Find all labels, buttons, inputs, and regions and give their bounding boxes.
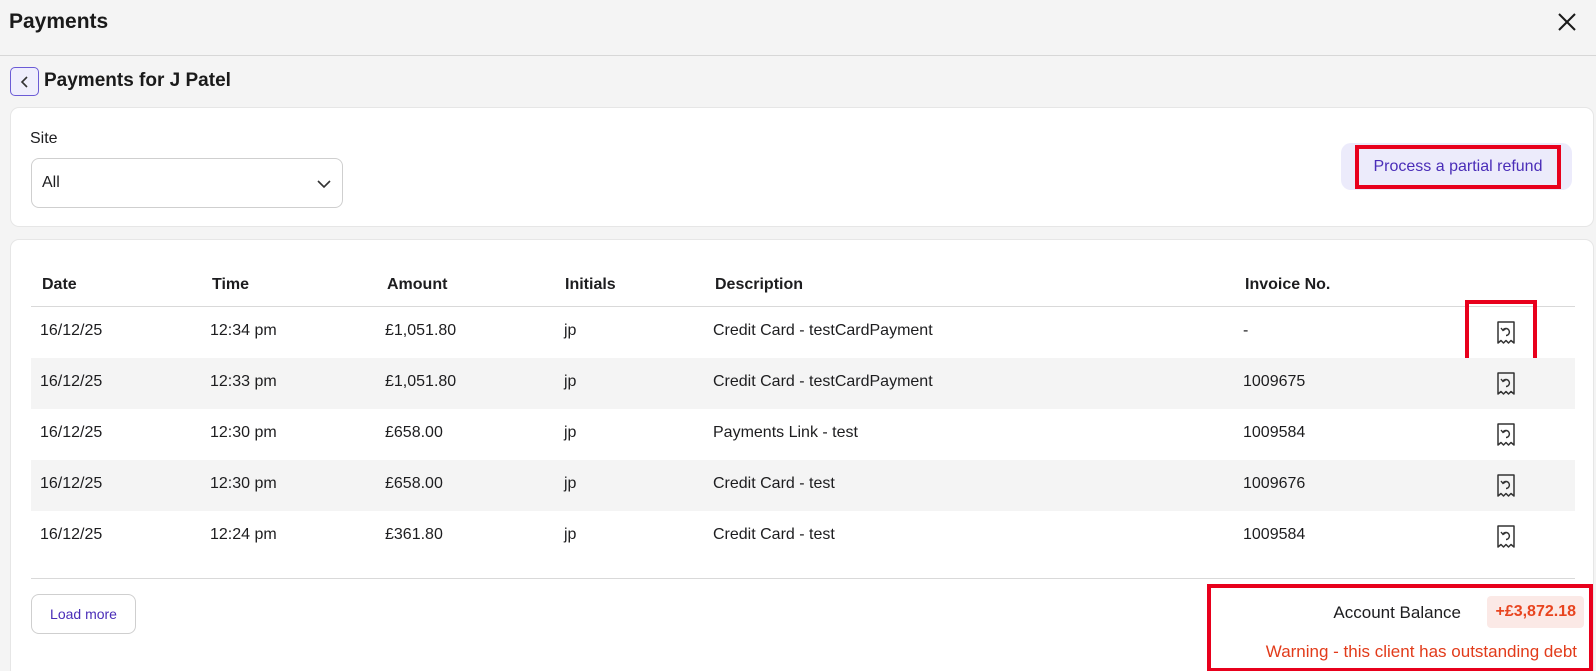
cell-amount: £658.00 [385,475,443,492]
cell-time: 12:33 pm [210,373,277,390]
cell-amount: £361.80 [385,526,443,543]
chevron-down-icon [317,180,331,189]
column-header-amount[interactable]: Amount [387,276,447,294]
cell-description: Payments Link - test [713,424,858,441]
page-title: Payments for J Patel [44,70,231,91]
site-label: Site [30,130,58,147]
cell-description: Credit Card - testCardPayment [713,373,933,390]
cell-description: Credit Card - testCardPayment [713,322,933,339]
column-header-invoice[interactable]: Invoice No. [1245,276,1330,294]
receipt-refund-icon[interactable] [1494,320,1518,345]
cell-description: Credit Card - test [713,475,835,492]
cell-initials: jp [564,526,577,543]
table-divider [31,578,1575,579]
site-select[interactable]: All [31,158,343,208]
cell-date: 16/12/25 [40,322,103,339]
cell-date: 16/12/25 [40,526,103,543]
cell-initials: jp [564,475,577,492]
column-header-description[interactable]: Description [715,276,803,294]
cell-invoice: - [1243,322,1249,339]
payments-table-card: Date Time Amount Initials Description In… [10,239,1594,671]
account-balance-panel: Account Balance +£3,872.18 Warning - thi… [1207,584,1593,671]
cell-date: 16/12/25 [40,475,103,492]
cell-time: 12:24 pm [210,526,277,543]
load-more-button[interactable]: Load more [31,594,136,634]
window-title: Payments [9,10,109,33]
table-row[interactable]: 16/12/25 12:30 pm £658.00 jp Payments Li… [31,409,1575,460]
table-row[interactable]: 16/12/25 12:34 pm £1,051.80 jp Credit Ca… [31,300,1575,362]
cell-initials: jp [564,373,577,390]
cell-date: 16/12/25 [40,373,103,390]
back-button[interactable] [10,67,39,96]
cell-invoice: 1009584 [1243,424,1306,441]
close-icon[interactable] [1556,11,1578,33]
cell-date: 16/12/25 [40,424,103,441]
column-header-initials[interactable]: Initials [565,276,616,294]
cell-time: 12:34 pm [210,322,277,339]
debt-warning: Warning - this client has outstanding de… [1265,642,1577,661]
filter-card: Site All Process a partial refund [10,107,1594,227]
table-row[interactable]: 16/12/25 12:30 pm £658.00 jp Credit Card… [31,460,1575,511]
cell-amount: £658.00 [385,424,443,441]
table-row[interactable]: 16/12/25 12:24 pm £361.80 jp Credit Card… [31,511,1575,562]
receipt-refund-icon[interactable] [1494,473,1518,498]
account-balance-label: Account Balance [1333,603,1461,622]
account-balance-value: +£3,872.18 [1487,596,1584,628]
cell-time: 12:30 pm [210,424,277,441]
cell-invoice: 1009676 [1243,475,1306,492]
cell-initials: jp [564,424,577,441]
cell-initials: jp [564,322,577,339]
cell-description: Credit Card - test [713,526,835,543]
column-header-date[interactable]: Date [42,276,77,294]
window-titlebar: Payments [0,0,1596,56]
chevron-left-icon [20,75,28,88]
cell-invoice: 1009584 [1243,526,1306,543]
process-partial-refund-button[interactable]: Process a partial refund [1355,145,1561,189]
table-body: 16/12/25 12:34 pm £1,051.80 jp Credit Ca… [31,300,1575,562]
site-select-value: All [42,174,60,191]
table-row[interactable]: 16/12/25 12:33 pm £1,051.80 jp Credit Ca… [31,358,1575,409]
receipt-refund-icon[interactable] [1494,524,1518,549]
receipt-refund-icon[interactable] [1494,371,1518,396]
partial-refund-container: Process a partial refund [1341,143,1572,190]
cell-amount: £1,051.80 [385,322,457,339]
cell-amount: £1,051.80 [385,373,457,390]
table-header: Date Time Amount Initials Description In… [31,264,1575,307]
cell-time: 12:30 pm [210,475,277,492]
column-header-time[interactable]: Time [212,276,249,294]
receipt-refund-icon[interactable] [1494,422,1518,447]
cell-invoice: 1009675 [1243,373,1306,390]
